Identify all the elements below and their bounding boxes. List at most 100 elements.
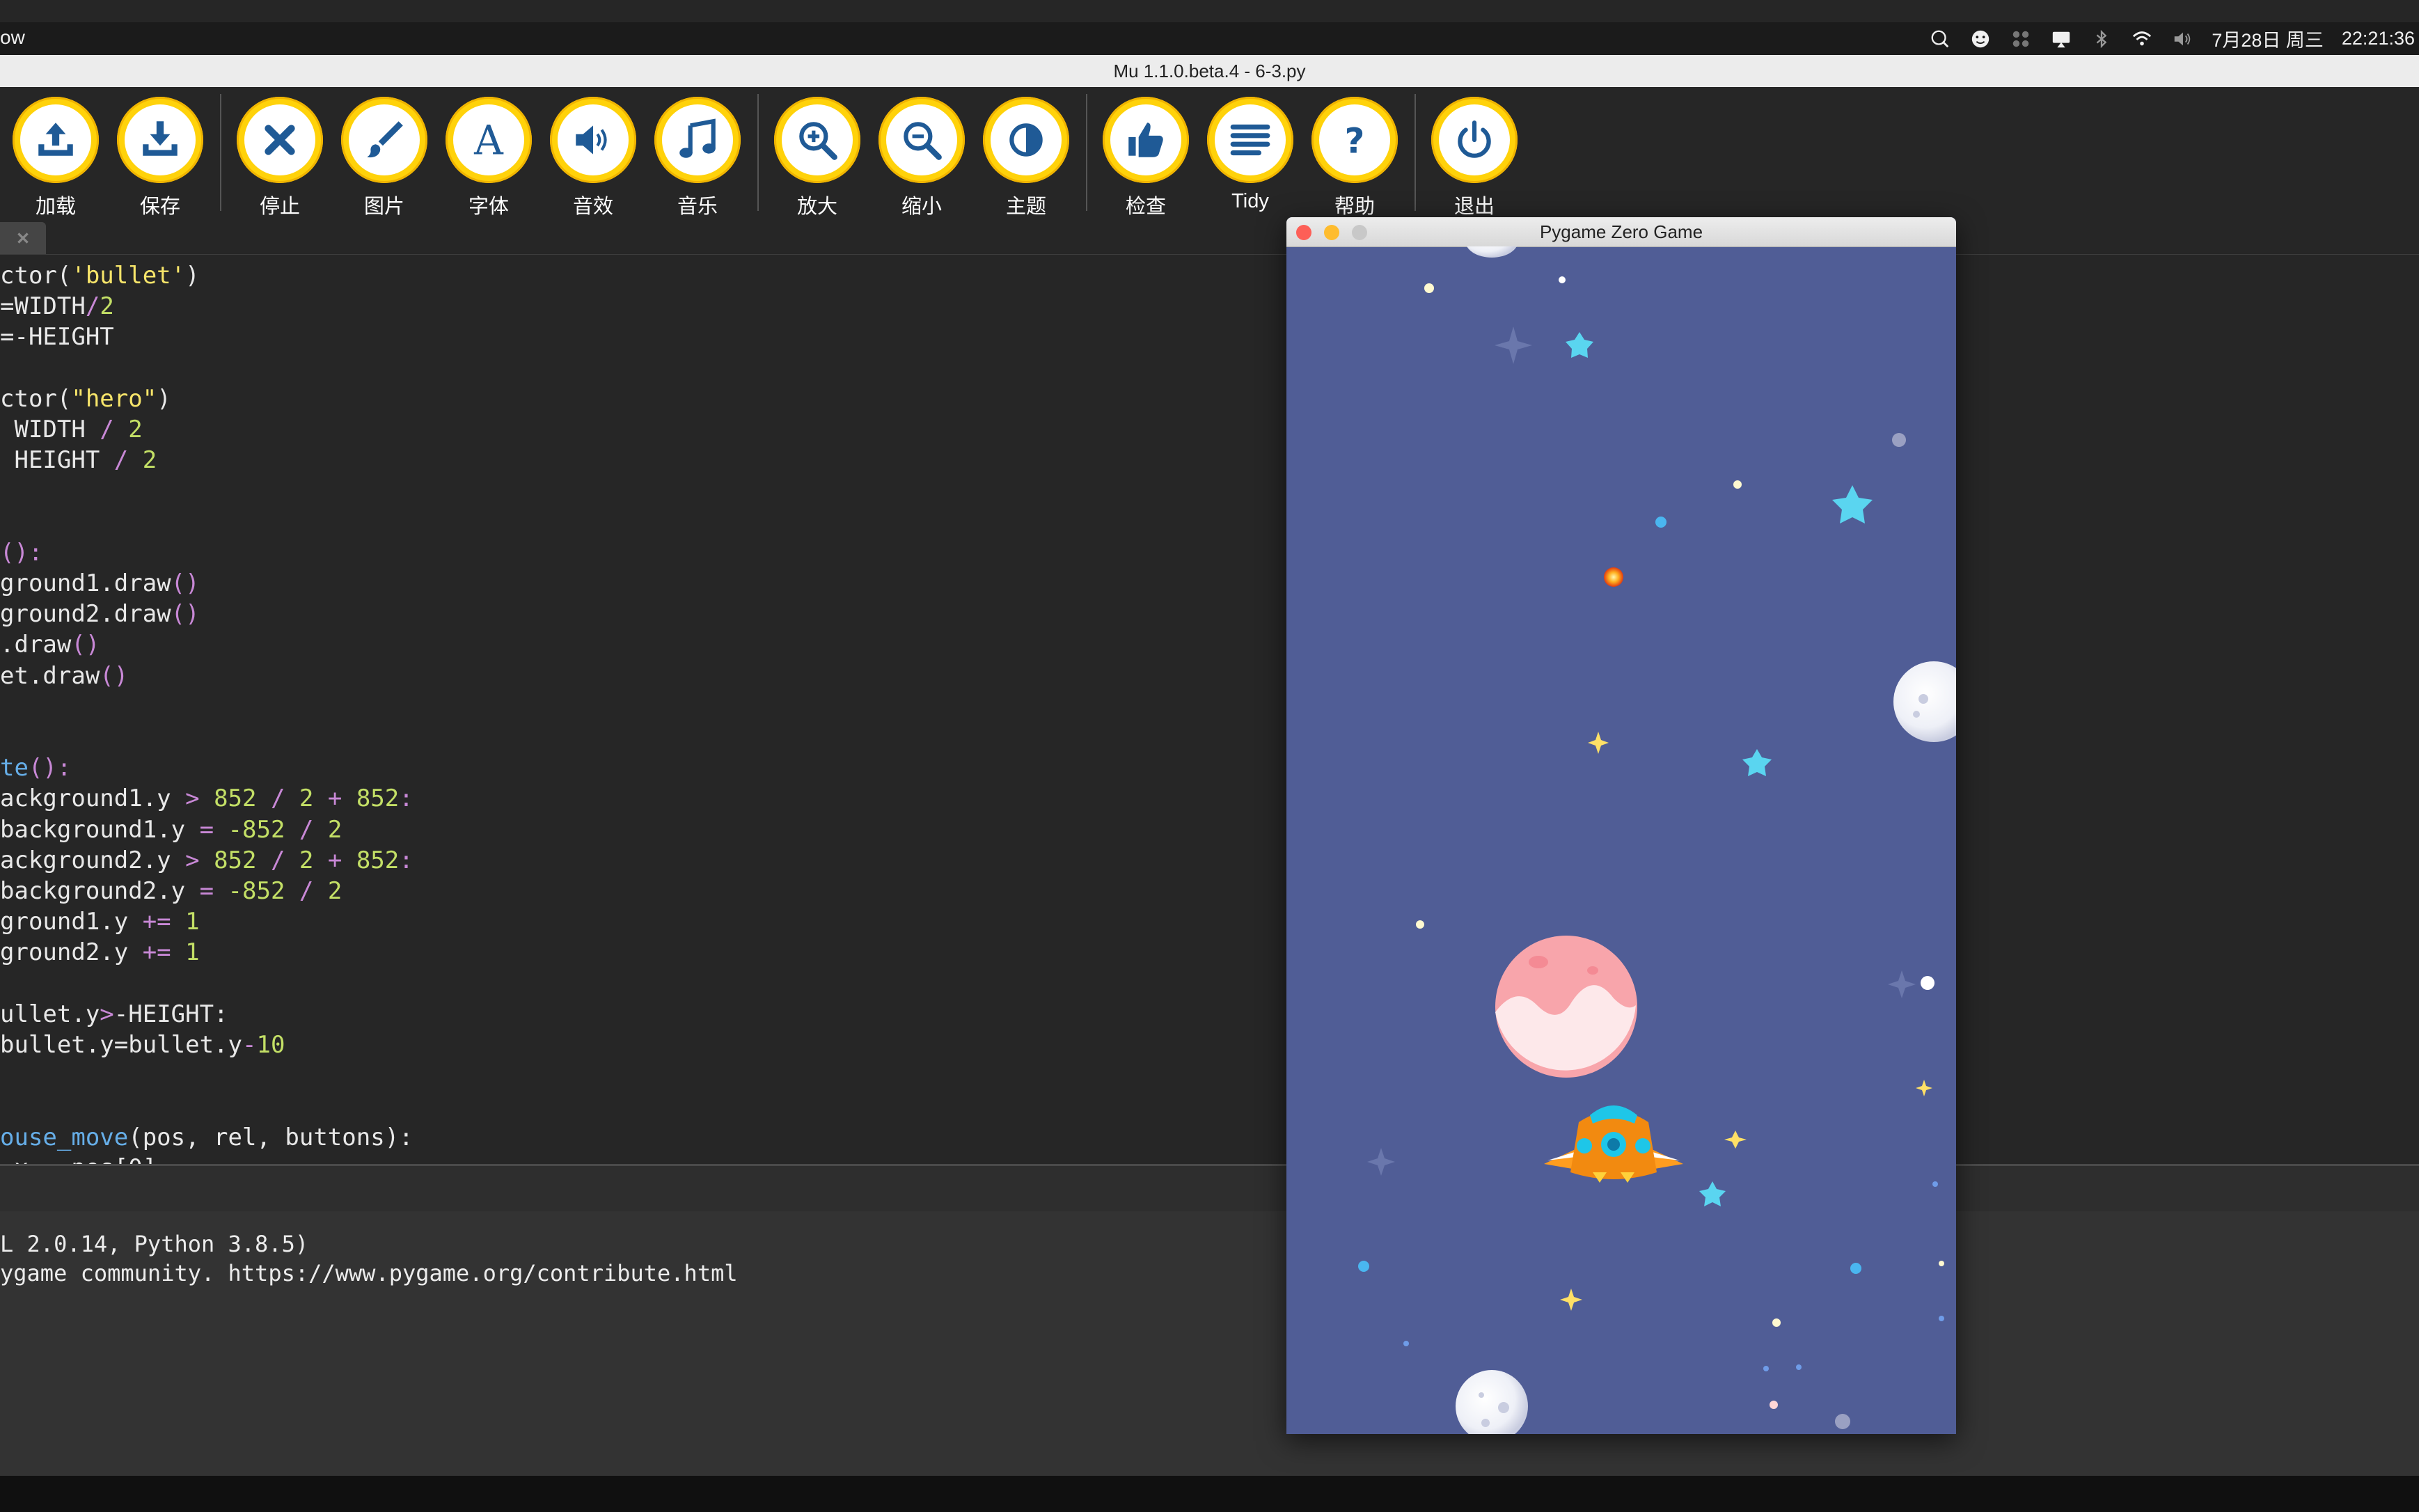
code-token: () [100,661,129,690]
tidy-button[interactable]: Tidy [1203,93,1300,218]
repl-pane[interactable]: L 2.0.14, Python 3.8.5) ygame community. … [0,1211,2419,1476]
code-line[interactable]: et.draw() [0,661,128,691]
zoom-in-label: 放大 [796,196,837,218]
stop-label: 停止 [259,196,300,218]
close-window-button[interactable] [1296,225,1311,240]
pygame-title-bar[interactable]: Pygame Zero Game [1286,217,1956,247]
save-icon [143,121,178,156]
code-token: 852 [342,785,400,813]
code-line[interactable]: x = pos[0] [0,1153,157,1164]
moon-right [1893,661,1956,742]
editor-tab-strip [0,218,2419,255]
window-title-bar[interactable]: Mu 1.1.0.beta.4 - 6-3.py [0,55,2419,88]
images-button[interactable]: 图片 [337,93,434,218]
load-label: 加载 [35,196,76,218]
zoom-out-button[interactable]: 缩小 [874,93,972,218]
code-token: : [399,785,413,813]
help-button[interactable]: ? 帮助 [1307,93,1405,218]
hero-spaceship [1544,1105,1683,1183]
code-line[interactable]: ground2.draw() [0,599,200,629]
code-token: .draw [0,631,72,659]
quit-icon [1458,120,1491,158]
music-button[interactable]: 音乐 [650,93,748,218]
code-line[interactable]: ground1.draw() [0,568,200,599]
code-token: - [242,1031,257,1059]
code-token: -852 [214,877,299,905]
bluetooth-icon[interactable] [2090,28,2113,50]
code-token: ctor( [0,384,72,413]
code-line[interactable]: ouse_move(pos, rel, buttons): [0,1122,413,1153]
grid-icon[interactable] [2010,28,2032,50]
check-button[interactable]: 检查 [1098,93,1196,218]
code-line[interactable]: =-HEIGHT [0,322,114,352]
theme-label: 主题 [1005,196,1046,218]
code-line[interactable]: background1.y = -852 / 2 [0,814,342,845]
theme-button[interactable]: 主题 [979,93,1076,218]
code-token: > [100,1000,114,1028]
chat-icon[interactable] [1929,28,1951,50]
face-icon[interactable] [1969,28,1992,50]
fonts-button[interactable]: A 字体 [441,93,539,218]
app-menu[interactable]: ow [0,26,25,49]
status-area: 7月28日 周三 22:21:36 [1929,22,2419,55]
save-button[interactable]: 保存 [113,93,210,218]
code-token: ouse_move [0,1123,129,1151]
code-line[interactable]: background2.y = -852 / 2 [0,876,342,906]
code-line[interactable]: ground2.y += 1 [0,937,200,968]
toolbar-separator [757,94,759,211]
menu-bar: ow 7月28日 周三 22:21:36 [0,22,2419,55]
zoom-in-icon [799,122,837,160]
code-line[interactable]: ctor("hero") [0,384,171,414]
sounds-label: 音效 [572,196,613,218]
code-line[interactable]: te(): [0,753,71,783]
code-line[interactable]: .draw() [0,629,100,660]
stop-button[interactable]: 停止 [233,93,330,218]
code-token: 2 [313,877,342,905]
pygame-window[interactable]: Pygame Zero Game [1286,217,1956,1434]
code-line[interactable]: ground1.y += 1 [0,906,200,937]
code-token: background1.y [0,815,200,844]
screen-mirroring-icon[interactable] [2050,28,2072,50]
code-line[interactable]: WIDTH / 2 [0,414,142,445]
code-token: ullet.y [0,1000,100,1028]
code-token: bullet.y=bullet.y [0,1031,242,1059]
code-line[interactable]: =WIDTH/2 [0,291,114,322]
music-icon [679,118,716,158]
code-token: () [71,631,100,659]
code-token: 2 [313,815,342,844]
load-button[interactable]: 加载 [8,93,106,218]
toolbar-separator [1086,94,1087,211]
code-token: HEIGHT [0,446,114,475]
code-line[interactable]: ackground1.y > 852 / 2 + 852: [0,783,413,814]
code-token: / [113,446,129,475]
menu-bar-date[interactable]: 7月28日 周三 [2212,25,2324,52]
sounds-button[interactable]: 音效 [546,93,643,218]
tidy-icon [1230,124,1270,156]
menu-bar-time[interactable]: 22:21:36 [2342,28,2415,49]
quit-button[interactable]: 退出 [1427,93,1524,218]
zoom-in-button[interactable]: 放大 [770,93,867,218]
code-line[interactable]: bullet.y=bullet.y-10 [0,1030,285,1060]
fonts-label: 字体 [468,196,509,218]
pink-planet [1495,936,1637,1078]
code-line[interactable]: HEIGHT / 2 [0,445,157,475]
code-token: -HEIGHT: [113,1000,228,1028]
thumbs-up-icon [1128,123,1163,157]
wifi-icon[interactable] [2131,28,2153,50]
code-line[interactable]: (): [0,537,42,568]
code-editor[interactable]: ctor('bullet') =WIDTH/2 =-HEIGHT ctor("hero… [0,255,2419,1164]
game-canvas[interactable] [1286,246,1956,1434]
close-tab-icon[interactable] [15,230,31,246]
volume-icon[interactable] [2171,28,2193,50]
code-line[interactable]: ackground2.y > 852 / 2 + 852: [0,845,413,876]
code-token: te [0,754,29,782]
file-tab[interactable] [0,222,46,254]
code-line[interactable]: ctor('bullet') [0,260,200,291]
zoom-window-button[interactable] [1352,225,1367,240]
code-token: =WIDTH [0,292,86,321]
images-icon [367,121,403,158]
pane-splitter[interactable] [0,1164,2419,1214]
code-line[interactable]: ullet.y>-HEIGHT: [0,999,228,1030]
minimize-window-button[interactable] [1324,225,1339,240]
code-token: "hero" [71,384,157,413]
